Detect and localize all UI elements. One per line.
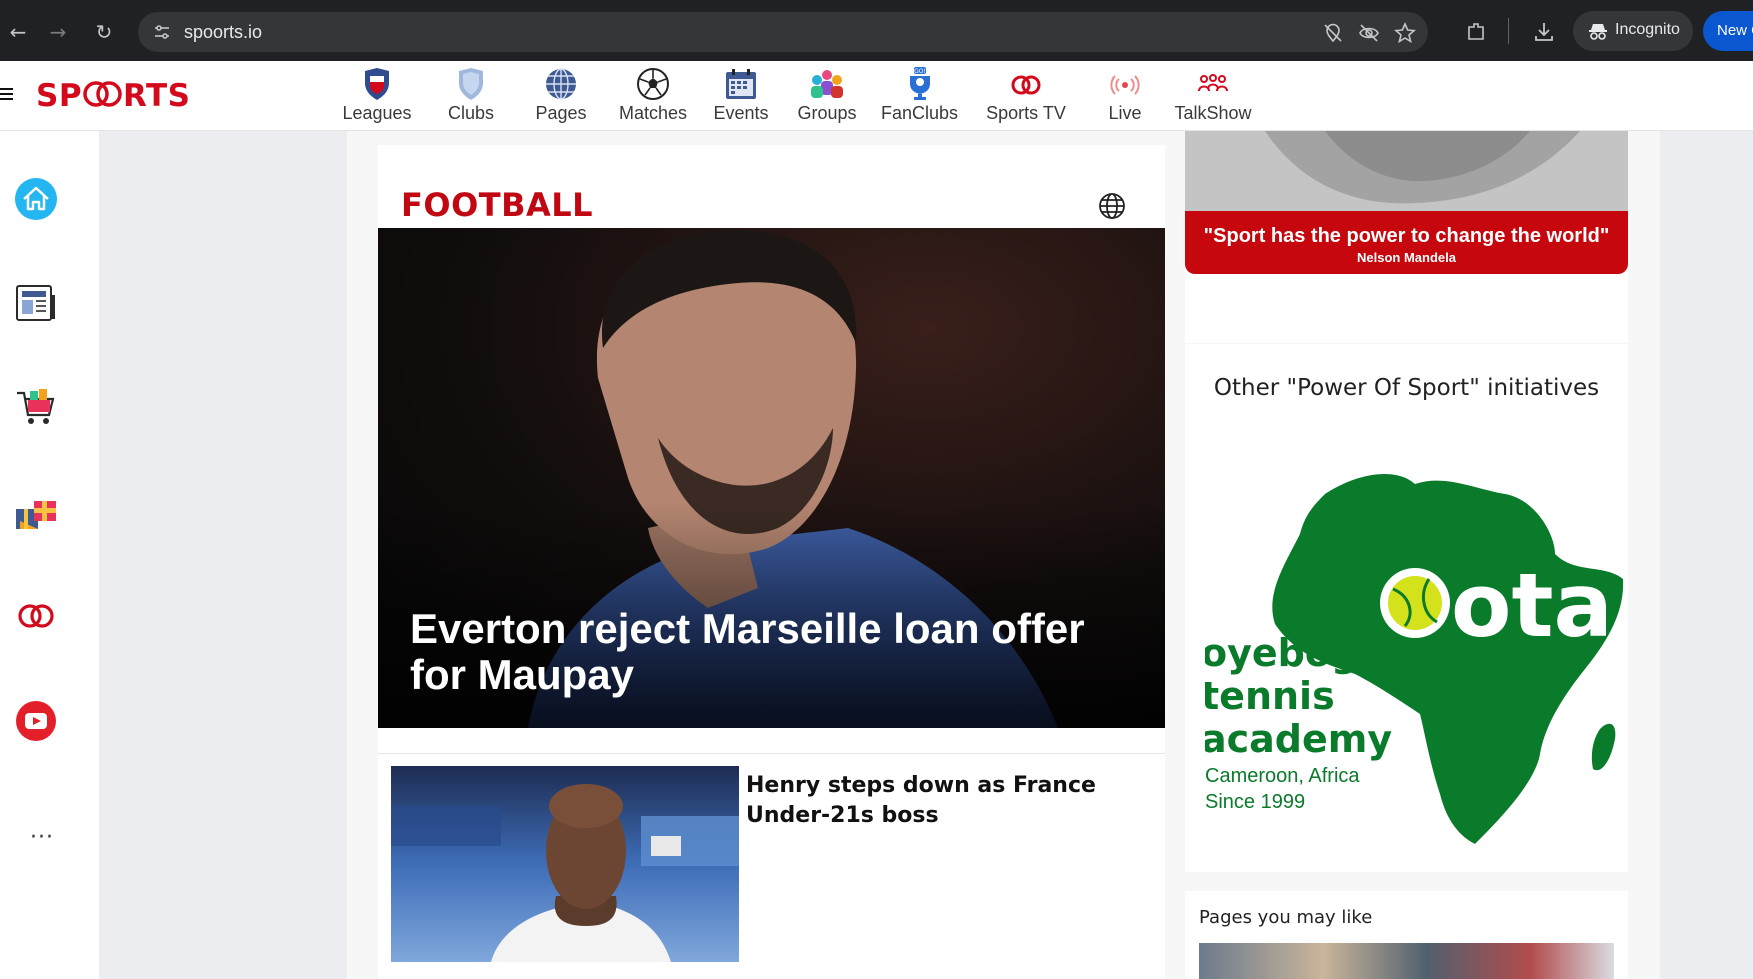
incognito-indicator[interactable]: Incognito bbox=[1573, 11, 1693, 51]
live-broadcast-icon bbox=[1110, 75, 1140, 95]
svg-text:RTS: RTS bbox=[123, 78, 190, 111]
suggested-page-image[interactable] bbox=[1199, 943, 1614, 979]
site-header: SP RTS Leagues Clubs Pages Matches Event… bbox=[0, 61, 1753, 131]
eye-off-icon[interactable] bbox=[1358, 22, 1380, 44]
url-text[interactable]: spoorts.io bbox=[184, 22, 262, 43]
spoorts-logo[interactable]: SP RTS bbox=[36, 77, 198, 119]
nav-groups[interactable]: Groups bbox=[780, 65, 874, 131]
leagues-shield-icon bbox=[365, 68, 389, 100]
incognito-label: Incognito bbox=[1615, 21, 1680, 38]
hero-story[interactable]: Everton reject Marseille loan offer for … bbox=[378, 228, 1165, 728]
forward-icon[interactable]: → bbox=[44, 18, 72, 46]
svg-text:SP: SP bbox=[36, 78, 82, 111]
logo-wordmark: SP RTS bbox=[36, 78, 190, 114]
reload-icon[interactable]: ↻ bbox=[90, 18, 118, 46]
new-chrome-button[interactable]: New C bbox=[1703, 11, 1753, 51]
gift-icon[interactable] bbox=[14, 491, 58, 535]
nav-events[interactable]: Events bbox=[702, 65, 780, 131]
browser-chrome: ← → ↻ spoorts.io Incognito New C bbox=[0, 0, 1753, 61]
nav-matches[interactable]: Matches bbox=[604, 65, 702, 131]
nav-live[interactable]: Live bbox=[1087, 65, 1163, 131]
story-divider bbox=[378, 753, 1165, 754]
henry-photo bbox=[391, 766, 739, 962]
language-globe-icon[interactable] bbox=[1098, 192, 1126, 220]
quote-card: "Sport has the power to change the world… bbox=[1185, 131, 1628, 343]
calendar-icon bbox=[726, 69, 756, 99]
ota-location: Cameroon, Africa bbox=[1205, 765, 1360, 787]
quote-banner: "Sport has the power to change the world… bbox=[1185, 211, 1628, 274]
shop-cart-icon[interactable] bbox=[14, 385, 58, 429]
nav-fanclubs[interactable]: GO! FanClubs bbox=[874, 65, 965, 131]
nav-sports-tv[interactable]: Sports TV bbox=[965, 65, 1087, 131]
quote-author: Nelson Mandela bbox=[1357, 250, 1456, 265]
clubs-shield-icon bbox=[459, 68, 483, 100]
story-thumbnail[interactable] bbox=[391, 766, 739, 962]
nav-pages[interactable]: Pages bbox=[518, 65, 604, 131]
section-title: FOOTBALL bbox=[401, 186, 594, 224]
bookmark-star-icon[interactable] bbox=[1394, 22, 1416, 44]
main-navigation: Leagues Clubs Pages Matches Events Group… bbox=[330, 65, 1263, 131]
groups-icon bbox=[811, 70, 843, 98]
ota-name-line1: oyebog bbox=[1205, 631, 1358, 675]
back-icon[interactable]: ← bbox=[4, 18, 32, 46]
site-settings-icon[interactable] bbox=[152, 22, 172, 42]
ota-name-line2: tennis bbox=[1205, 674, 1335, 718]
more-icon[interactable]: ··· bbox=[30, 825, 54, 850]
initiatives-card: Other "Power Of Sport" initiatives ota o… bbox=[1185, 344, 1628, 872]
mandela-photo bbox=[1185, 131, 1628, 211]
spoorts-rings-icon[interactable] bbox=[14, 594, 58, 638]
svg-text:GO!: GO! bbox=[914, 68, 926, 75]
pages-you-may-like-card: Pages you may like bbox=[1185, 891, 1628, 979]
initiatives-title: Other "Power Of Sport" initiatives bbox=[1213, 375, 1600, 401]
ota-logo[interactable]: ota oyebog tennis academy Cameroon, Afri… bbox=[1205, 454, 1625, 854]
download-icon[interactable] bbox=[1532, 20, 1556, 44]
toolbar-separator bbox=[1508, 18, 1509, 44]
sports-tv-icon bbox=[1011, 75, 1041, 95]
story-headline[interactable]: Henry steps down as France Under-21s bos… bbox=[746, 771, 1126, 831]
incognito-icon bbox=[1589, 24, 1607, 40]
quote-image bbox=[1185, 131, 1628, 211]
quote-text: "Sport has the power to change the world… bbox=[1203, 225, 1610, 247]
youtube-icon[interactable] bbox=[14, 699, 58, 743]
address-bar[interactable]: spoorts.io bbox=[138, 12, 1428, 52]
ota-since: Since 1999 bbox=[1205, 791, 1305, 813]
nav-leagues[interactable]: Leagues bbox=[330, 65, 424, 131]
nav-talkshow[interactable]: TalkShow bbox=[1163, 65, 1263, 131]
location-blocked-icon[interactable] bbox=[1322, 22, 1344, 44]
ota-name-line3: academy bbox=[1205, 717, 1392, 761]
nav-clubs[interactable]: Clubs bbox=[424, 65, 518, 131]
pages-you-may-like-title: Pages you may like bbox=[1199, 907, 1373, 928]
hero-headline[interactable]: Everton reject Marseille loan offer for … bbox=[410, 606, 1110, 698]
home-icon[interactable] bbox=[14, 177, 58, 221]
globe-icon bbox=[546, 68, 576, 100]
left-sidebar: ··· bbox=[0, 131, 99, 979]
news-icon[interactable] bbox=[14, 281, 58, 325]
soccer-ball-icon bbox=[637, 68, 669, 100]
menu-icon[interactable] bbox=[0, 88, 14, 102]
talkshow-icon bbox=[1198, 74, 1228, 92]
fanclubs-icon: GO! bbox=[909, 67, 930, 100]
ota-letters: ota bbox=[1451, 554, 1613, 657]
extensions-icon[interactable] bbox=[1464, 20, 1488, 44]
